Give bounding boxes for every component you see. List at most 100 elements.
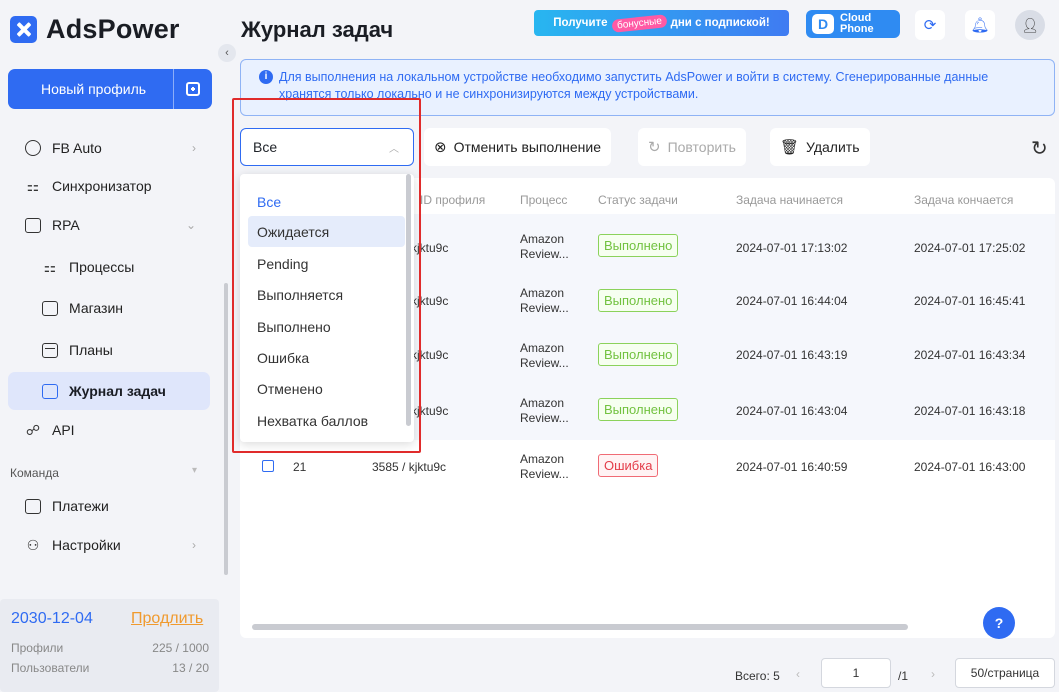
calendar-icon (41, 341, 59, 359)
sidebar-item-fb-auto[interactable]: FB Auto › (8, 129, 210, 167)
dropdown-option-insufficient-points[interactable]: Нехватка баллов (248, 405, 405, 436)
chevron-right-icon: › (192, 538, 196, 552)
bell-icon: 🔔︎ (970, 17, 990, 34)
cell-profile: kjktu9c (411, 294, 449, 308)
new-profile-button[interactable]: Новый профиль (8, 69, 212, 109)
retry-label: Повторить (667, 139, 736, 155)
sidebar-item-plans[interactable]: Планы (8, 331, 210, 369)
status-badge: Выполнено (598, 234, 679, 257)
pagination-page-count: /1 (898, 669, 909, 683)
status-badge: Ошибка (598, 454, 659, 477)
pagination-prev-icon[interactable]: ‹ (796, 667, 800, 681)
sidebar-item-sync[interactable]: ⚏ Синхронизатор (8, 167, 210, 205)
table-horizontal-scrollbar[interactable] (252, 624, 908, 630)
cell-number: 21 (293, 460, 307, 474)
new-profile-extra-button[interactable] (174, 82, 212, 96)
status-badge: Выполнено (598, 398, 679, 421)
cell-end: 2024-07-01 17:25:02 (914, 241, 1026, 255)
sidebar-item-shop[interactable]: Магазин (8, 289, 210, 327)
quota-value: 225 / 1000 (152, 641, 209, 655)
page-title: Журнал задач (241, 17, 394, 42)
sidebar-item-api[interactable]: ☍ API (8, 411, 210, 449)
cell-process: Amazon Review... (520, 341, 569, 370)
status-filter-dropdown: Все Ожидается Pending Выполняется Выполн… (240, 174, 414, 442)
page-size-select[interactable]: 50/страница (955, 658, 1055, 688)
retry-button[interactable]: ↻ Повторить (638, 128, 746, 166)
pagination-total: Всего: 5 (735, 669, 780, 683)
trash-icon: 🗑︎ (780, 139, 800, 156)
cell-profile: 3585 / kjktu9c (372, 460, 447, 474)
expiry-date: 2030-12-04 (11, 610, 93, 627)
cell-start: 2024-07-01 16:43:04 (736, 404, 848, 418)
update-icon: ⟳ (923, 17, 937, 34)
cell-process: Amazon Review... (520, 286, 569, 315)
column-header-end: Задача кончается (914, 193, 1014, 207)
team-settings-icon: ⚇ (26, 536, 40, 553)
refresh-icon[interactable]: ↻ (1031, 136, 1048, 161)
add-box-icon (186, 82, 200, 96)
promo-banner[interactable]: Получите бонусные дни с подпиской! (534, 10, 789, 36)
status-filter-select[interactable]: Все ︿ (240, 128, 414, 166)
cancel-execution-button[interactable]: ⊗ Отменить выполнение (424, 128, 612, 166)
sidebar-item-label: Магазин (69, 300, 124, 316)
cell-process: Amazon Review... (520, 396, 569, 425)
sidebar-item-processes[interactable]: ⚏ Процессы (8, 248, 210, 286)
cell-end: 2024-07-01 16:43:00 (914, 460, 1026, 474)
column-header-profile: ID профиля (420, 193, 486, 207)
dropdown-scrollbar[interactable] (406, 174, 411, 426)
delete-label: Удалить (806, 139, 860, 155)
dropdown-option-error[interactable]: Ошибка (248, 342, 405, 373)
cancel-label: Отменить выполнение (453, 139, 602, 155)
quota-label: Профили (11, 641, 64, 655)
chevron-down-icon[interactable]: ▾ (192, 465, 197, 476)
renew-link[interactable]: Продлить (131, 610, 203, 628)
robot-icon (24, 216, 42, 234)
sidebar-scrollbar[interactable] (224, 283, 228, 575)
cell-process: Amazon Review... (520, 452, 569, 481)
column-header-start: Задача начинается (736, 193, 844, 207)
sidebar-item-label: FB Auto (52, 140, 102, 156)
app-logo[interactable]: AdsPower (10, 14, 180, 45)
fb-auto-icon (24, 139, 42, 157)
collapse-sidebar-button[interactable]: ‹ (218, 44, 236, 62)
cancel-circle-icon: ⊗ (434, 139, 447, 156)
cell-start: 2024-07-01 16:40:59 (736, 460, 848, 474)
sidebar-item-rpa[interactable]: RPA ⌄ (8, 206, 210, 244)
sidebar-item-task-log[interactable]: Журнал задач (8, 372, 210, 410)
dropdown-option-cancelled[interactable]: Отменено (248, 373, 405, 404)
dropdown-option-all[interactable]: Все (248, 186, 405, 217)
sidebar-item-settings[interactable]: ⚇ Настройки › (8, 526, 210, 564)
status-badge: Выполнено (598, 343, 679, 366)
flow-icon: ⚏ (43, 258, 57, 275)
sidebar-item-payments[interactable]: Платежи (8, 487, 210, 525)
sidebar-item-label: Платежи (52, 498, 109, 514)
cell-profile: kjktu9c (411, 404, 449, 418)
group-label-team: Команда (10, 466, 59, 480)
sidebar-item-label: Журнал задач (69, 383, 166, 399)
sidebar-item-label: Процессы (69, 259, 135, 275)
page-number-input[interactable]: 1 (821, 658, 891, 688)
row-checkbox[interactable] (262, 460, 274, 472)
shop-icon (41, 299, 59, 317)
avatar[interactable]: 👤︎ (1015, 10, 1045, 40)
subscription-card: 2030-12-04 Продлить Профили 225 / 1000 П… (0, 599, 219, 692)
brand-name: AdsPower (46, 14, 180, 44)
update-button[interactable]: ⟳ (915, 10, 945, 40)
filter-selected-value: Все (253, 139, 278, 155)
chevron-right-icon: › (192, 141, 196, 155)
column-header-status: Статус задачи (598, 193, 678, 207)
promo-text: дни с подпиской! (670, 17, 770, 29)
promo-text: Получите (553, 17, 608, 29)
cell-start: 2024-07-01 17:13:02 (736, 241, 848, 255)
info-icon: i (259, 70, 273, 84)
dropdown-option-pending[interactable]: Pending (248, 248, 405, 279)
delete-button[interactable]: 🗑︎ Удалить (770, 128, 870, 166)
dropdown-option-running[interactable]: Выполняется (248, 279, 405, 310)
dropdown-option-done[interactable]: Выполнено (248, 311, 405, 342)
cloud-phone-button[interactable]: D Cloud Phone (806, 10, 900, 38)
pagination-next-icon[interactable]: › (931, 667, 935, 681)
support-button[interactable]: ? (983, 607, 1015, 639)
info-notice: i Для выполнения на локальном устройстве… (240, 59, 1055, 116)
notifications-button[interactable]: 🔔︎ (965, 10, 995, 40)
dropdown-option-waiting[interactable]: Ожидается (248, 216, 405, 247)
